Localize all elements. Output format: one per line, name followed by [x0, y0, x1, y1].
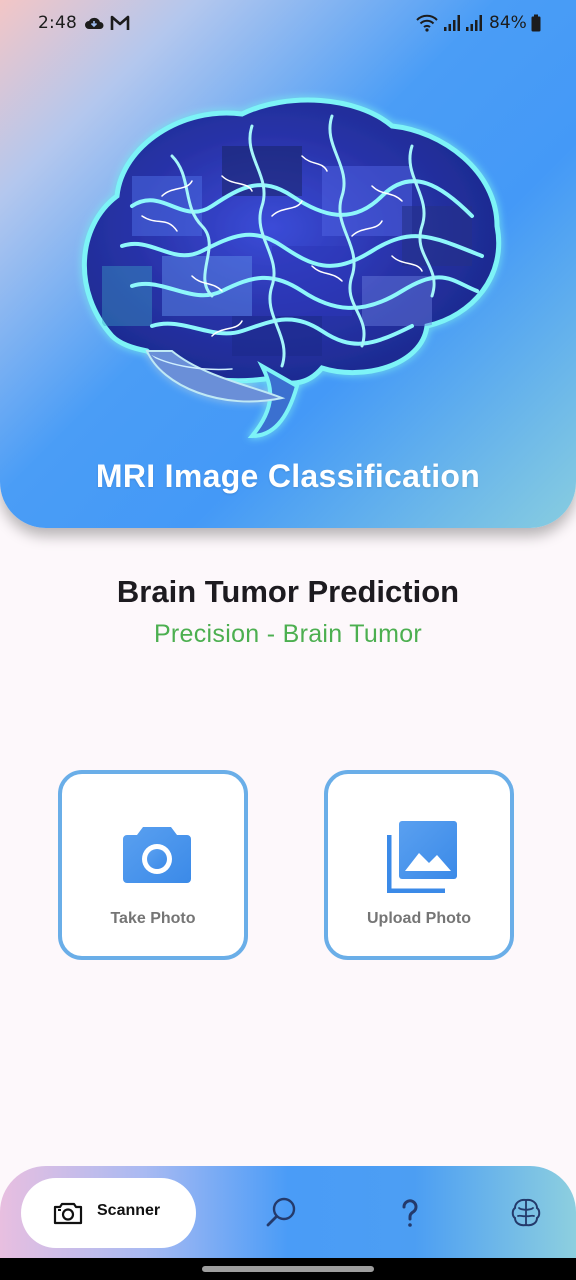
- upload-photo-button[interactable]: Upload Photo: [324, 770, 514, 960]
- page-subtitle: Precision - Brain Tumor: [153, 620, 423, 648]
- status-bar: 2:48 84%: [0, 0, 576, 48]
- signal-icon-2: [466, 15, 482, 31]
- upload-photo-label: Upload Photo: [367, 910, 471, 927]
- header-title: MRI Image Classification: [95, 458, 481, 494]
- status-time: 2:48: [38, 13, 77, 33]
- signal-icon-1: [444, 15, 460, 31]
- search-icon[interactable]: [264, 1196, 298, 1230]
- cloud-icon: [85, 17, 104, 29]
- gmail-icon: [110, 15, 130, 30]
- wifi-icon: [416, 14, 438, 32]
- take-photo-label: Take Photo: [110, 910, 196, 927]
- brain-icon[interactable]: [509, 1196, 543, 1230]
- notification-icons: [84, 14, 130, 32]
- brain-illustration: [72, 86, 512, 456]
- take-photo-button[interactable]: Take Photo: [58, 770, 248, 960]
- scanner-icon: [53, 1202, 83, 1225]
- nav-item-scanner[interactable]: Scanner: [21, 1178, 196, 1248]
- nav-scanner-label: Scanner: [97, 1202, 161, 1219]
- help-icon[interactable]: [393, 1196, 427, 1230]
- page-title: Brain Tumor Prediction: [116, 574, 460, 609]
- system-icons: 84%: [415, 13, 541, 33]
- bottom-navigation: Scanner: [0, 1166, 576, 1258]
- header-banner: 2:48 84% MRI Image Classification: [0, 0, 576, 528]
- home-indicator[interactable]: [202, 1266, 374, 1272]
- camera-icon: [123, 827, 191, 883]
- battery-icon: [531, 14, 541, 32]
- system-navigation-bar: [0, 1258, 576, 1280]
- gallery-icon: [387, 821, 457, 893]
- battery-percent: 84%: [489, 13, 527, 33]
